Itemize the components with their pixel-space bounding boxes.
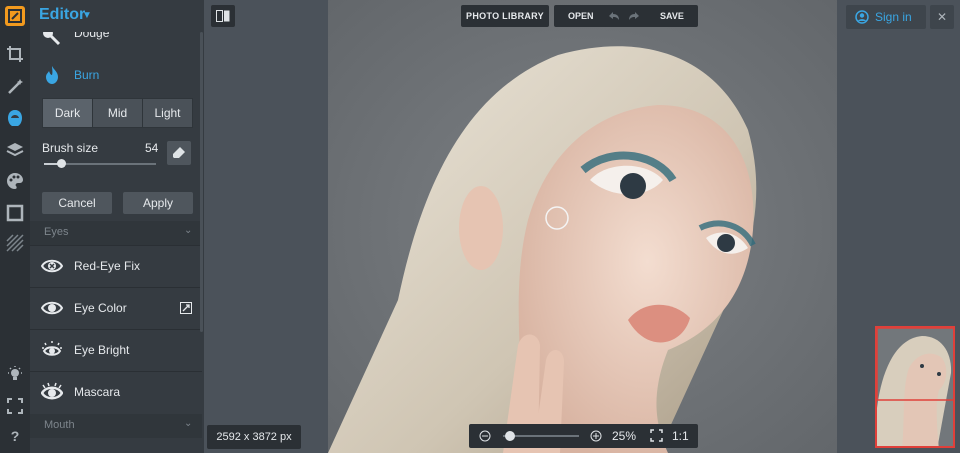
- brush-size-value: 54: [145, 141, 159, 155]
- cancel-button[interactable]: Cancel: [42, 192, 112, 214]
- apply-button[interactable]: Apply: [123, 192, 193, 214]
- chevron-down-icon: ⌄: [184, 225, 193, 236]
- zoom-in-icon[interactable]: [590, 430, 602, 442]
- chevron-down-icon[interactable]: ▼: [82, 10, 92, 21]
- help-icon[interactable]: ?: [5, 426, 25, 446]
- sign-in-label: Sign in: [875, 10, 912, 24]
- mode-light-button[interactable]: Light: [142, 98, 193, 128]
- mouth-section-header[interactable]: Mouth ⌄: [30, 414, 202, 438]
- logo-icon[interactable]: [5, 6, 25, 26]
- tool-rail: ?: [0, 0, 30, 453]
- mascara-icon: [41, 382, 63, 400]
- mouth-section-label: Mouth: [44, 419, 75, 431]
- tool-label: Eye Bright: [74, 343, 130, 357]
- panel-scrollbar[interactable]: [200, 32, 203, 332]
- tool-eye-color[interactable]: Eye Color: [30, 287, 202, 328]
- zoom-level: 25%: [612, 429, 637, 443]
- mode-dark-button[interactable]: Dark: [42, 98, 93, 128]
- layers-icon[interactable]: [5, 140, 25, 160]
- eye-icon: [41, 301, 63, 315]
- brush-size-slider[interactable]: [44, 159, 156, 168]
- tool-label: Eye Color: [74, 301, 127, 315]
- thumbnail-image: [877, 328, 953, 446]
- red-eye-icon: [41, 259, 63, 273]
- pro-badge-icon: [180, 302, 192, 314]
- mode-mid-button[interactable]: Mid: [92, 98, 143, 128]
- open-button[interactable]: OPEN: [568, 11, 594, 21]
- sign-in-button[interactable]: Sign in: [846, 5, 926, 29]
- compare-button[interactable]: [211, 5, 235, 27]
- crop-icon[interactable]: [5, 44, 25, 64]
- zoom-slider[interactable]: [503, 431, 579, 441]
- eyes-section-header[interactable]: Eyes ⌄: [30, 221, 202, 245]
- user-icon: [855, 10, 869, 24]
- lightbulb-icon[interactable]: [5, 364, 25, 384]
- tool-label: Red-Eye Fix: [74, 259, 141, 273]
- flame-icon: [46, 66, 58, 84]
- zoom-out-icon[interactable]: [479, 430, 491, 442]
- redo-icon[interactable]: [628, 11, 640, 21]
- save-button[interactable]: SAVE: [660, 11, 684, 21]
- eye-bright-icon: [42, 341, 62, 356]
- tool-red-eye-fix[interactable]: Red-Eye Fix: [30, 245, 202, 286]
- burn-label: Burn: [74, 68, 100, 82]
- undo-icon[interactable]: [608, 11, 620, 21]
- compare-icon: [216, 10, 230, 22]
- portrait-photo: [328, 0, 837, 453]
- head-icon[interactable]: [5, 108, 25, 128]
- brush-size-label: Brush size: [42, 141, 99, 155]
- zoom-bar: 25% 1:1: [469, 424, 698, 448]
- editor-panel: Dodge Editor ▼ Burn Dark Mid Light Brush…: [30, 0, 204, 453]
- frame-icon[interactable]: [5, 203, 25, 223]
- eraser-button[interactable]: [167, 141, 191, 165]
- zoom-slider-handle[interactable]: [504, 431, 515, 441]
- magic-wand-icon[interactable]: [5, 77, 25, 97]
- tool-mascara[interactable]: Mascara: [30, 371, 202, 412]
- eraser-icon: [173, 147, 185, 158]
- close-icon[interactable]: ✕: [930, 5, 954, 29]
- file-toolbar: OPEN SAVE: [554, 5, 698, 27]
- navigator-thumbnail[interactable]: [875, 326, 955, 448]
- panel-header: Editor ▼: [30, 0, 204, 32]
- texture-icon[interactable]: [5, 233, 25, 253]
- tool-label: Mascara: [74, 385, 121, 399]
- photo-library-button[interactable]: PHOTO LIBRARY: [461, 5, 549, 27]
- image-dimensions: 2592 x 3872 px: [207, 425, 301, 449]
- tool-burn[interactable]: Burn: [30, 55, 202, 95]
- palette-icon[interactable]: [5, 171, 25, 191]
- chevron-down-icon: ⌄: [184, 418, 193, 429]
- eyes-section-label: Eyes: [44, 226, 69, 238]
- actual-size-button[interactable]: 1:1: [672, 429, 689, 443]
- tool-eye-bright[interactable]: Eye Bright: [30, 329, 202, 370]
- right-panel: Sign in ✕: [837, 0, 960, 453]
- editor-title[interactable]: Editor: [39, 6, 85, 24]
- brush-size-handle[interactable]: [56, 159, 66, 168]
- fit-screen-icon[interactable]: [650, 429, 663, 442]
- fullscreen-icon[interactable]: [5, 396, 25, 416]
- photo-canvas[interactable]: [328, 0, 837, 453]
